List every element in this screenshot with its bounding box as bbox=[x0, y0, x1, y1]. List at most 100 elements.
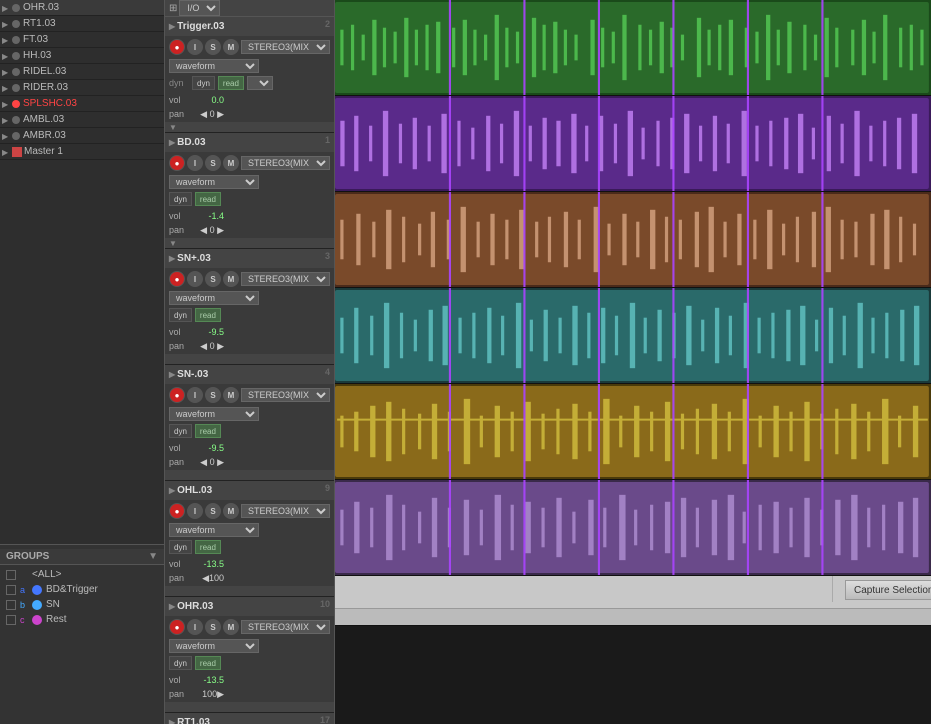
group-item-sn[interactable]: b SN bbox=[0, 597, 164, 612]
view-select[interactable]: waveform bbox=[169, 291, 259, 305]
record-button[interactable]: ● bbox=[169, 39, 185, 55]
track-lane-bd03[interactable] bbox=[335, 96, 931, 192]
sidebar-item-hh03[interactable]: ▶ HH.03 bbox=[0, 48, 164, 64]
record-button[interactable]: ● bbox=[169, 619, 185, 635]
output-select[interactable]: STEREO3(MIX bbox=[241, 272, 330, 286]
arrow-icon: ▶ bbox=[2, 116, 10, 124]
group-item-all[interactable]: <ALL> bbox=[0, 567, 164, 582]
pan-label: pan bbox=[169, 457, 191, 467]
mute-button[interactable]: M bbox=[223, 387, 239, 403]
dyn-button[interactable]: dyn bbox=[192, 76, 215, 90]
groups-list: <ALL> a BD&Trigger b SN c bbox=[0, 565, 164, 629]
group-label: Rest bbox=[46, 614, 67, 625]
dyn-button[interactable]: dyn bbox=[169, 192, 192, 206]
dyn-button[interactable]: dyn bbox=[169, 308, 192, 322]
solo-button[interactable]: S bbox=[205, 387, 221, 403]
tracks-scroll[interactable]: Beat Detective Operation: Audio bbox=[335, 0, 931, 724]
solo-button[interactable]: S bbox=[205, 619, 221, 635]
read-button[interactable]: read bbox=[195, 192, 221, 206]
read-button[interactable]: read bbox=[195, 308, 221, 322]
group-checkbox[interactable] bbox=[6, 570, 16, 580]
waveform-sn+03 bbox=[335, 192, 931, 287]
sidebar-item-master1[interactable]: ▶ Master 1 bbox=[0, 144, 164, 160]
dyn-button[interactable]: dyn bbox=[169, 540, 192, 554]
output-select[interactable]: STEREO3(MIX bbox=[241, 156, 330, 170]
op-region-conform[interactable]: Region Conform bbox=[335, 576, 820, 580]
fader-handle[interactable]: ▼ bbox=[169, 239, 177, 248]
group-checkbox[interactable] bbox=[6, 600, 16, 610]
mute-button[interactable]: M bbox=[223, 619, 239, 635]
read-button[interactable]: read bbox=[195, 540, 221, 554]
track-lane-ohl03[interactable] bbox=[335, 384, 931, 480]
mute-button[interactable]: M bbox=[223, 39, 239, 55]
group-checkbox[interactable] bbox=[6, 585, 16, 595]
solo-button[interactable]: S bbox=[205, 271, 221, 287]
track-lane-rt103[interactable]: Beat Detective Operation: Audio bbox=[335, 576, 931, 626]
output-select[interactable]: STEREO3(MIX bbox=[241, 388, 330, 402]
track-lane-sn+03[interactable] bbox=[335, 192, 931, 288]
track-lane-sn-03[interactable] bbox=[335, 288, 931, 384]
track-color-dot bbox=[12, 100, 20, 108]
expand-arrow-icon: ▶ bbox=[169, 138, 175, 147]
view-select[interactable]: waveform bbox=[169, 639, 259, 653]
dyn-row: dyn read bbox=[165, 654, 334, 672]
mute-button[interactable]: M bbox=[223, 155, 239, 171]
sidebar-item-ohr03[interactable]: ▶ OHR.03 bbox=[0, 0, 164, 16]
fader-handle[interactable]: ▼ bbox=[169, 123, 177, 132]
view-selector[interactable]: I/O bbox=[179, 0, 220, 16]
input-button[interactable]: I bbox=[187, 155, 203, 171]
input-button[interactable]: I bbox=[187, 271, 203, 287]
read-button[interactable]: read bbox=[195, 656, 221, 670]
group-label: SN bbox=[46, 599, 60, 610]
record-button[interactable]: ● bbox=[169, 271, 185, 287]
record-button[interactable]: ● bbox=[169, 155, 185, 171]
mute-button[interactable]: M bbox=[223, 271, 239, 287]
vol-label: vol bbox=[169, 559, 191, 569]
output-select[interactable]: STEREO3(MIX bbox=[241, 40, 330, 54]
sidebar-item-ridel03[interactable]: ▶ RIDEL.03 bbox=[0, 64, 164, 80]
vol-row: vol -13.5 bbox=[169, 557, 330, 571]
group-item-rest[interactable]: c Rest bbox=[0, 612, 164, 627]
output-select[interactable]: STEREO3(MIX bbox=[241, 504, 330, 518]
vol-row: vol -9.5 bbox=[169, 441, 330, 455]
group-checkbox[interactable] bbox=[6, 615, 16, 625]
record-button[interactable]: ● bbox=[169, 387, 185, 403]
view-select[interactable]: waveform bbox=[169, 407, 259, 421]
mute-button[interactable]: M bbox=[223, 503, 239, 519]
view-select[interactable]: waveform bbox=[169, 175, 259, 189]
track-lane-trigger03[interactable] bbox=[335, 0, 931, 96]
record-button[interactable]: ● bbox=[169, 503, 185, 519]
input-button[interactable]: I bbox=[187, 39, 203, 55]
op-edit-smooth[interactable]: Edit Smoothing bbox=[335, 584, 820, 602]
track-lane-ohr03[interactable] bbox=[335, 480, 931, 576]
solo-button[interactable]: S bbox=[205, 39, 221, 55]
sidebar-item-ft03[interactable]: ▶ FT.03 bbox=[0, 32, 164, 48]
pan-value: ◀ 0 ▶ bbox=[194, 109, 224, 120]
solo-button[interactable]: S bbox=[205, 155, 221, 171]
input-button[interactable]: I bbox=[187, 619, 203, 635]
input-button[interactable]: I bbox=[187, 387, 203, 403]
sidebar-item-ambr03[interactable]: ▶ AMBR.03 bbox=[0, 128, 164, 144]
group-label: BD&Trigger bbox=[46, 584, 98, 595]
input-button[interactable]: I bbox=[187, 503, 203, 519]
sidebar-item-splshc03[interactable]: ▶ SPLSHC.03 bbox=[0, 96, 164, 112]
read-mode-select[interactable] bbox=[247, 76, 273, 90]
dyn-button[interactable]: dyn bbox=[169, 656, 192, 670]
solo-button[interactable]: S bbox=[205, 503, 221, 519]
bd-operations: Operation: Audio Bar | Beat Marker Gener… bbox=[335, 576, 820, 602]
groups-collapse-icon[interactable]: ▼ bbox=[148, 551, 158, 562]
read-button[interactable]: read bbox=[218, 76, 244, 90]
dyn-button[interactable]: dyn bbox=[169, 424, 192, 438]
capture-selection-button[interactable]: Capture Selection bbox=[845, 580, 931, 600]
vol-pan-section: vol 0.0 pan ◀ 0 ▶ bbox=[165, 92, 334, 122]
view-select[interactable]: waveform bbox=[169, 523, 259, 537]
sidebar-item-ambl03[interactable]: ▶ AMBL.03 bbox=[0, 112, 164, 128]
pan-value: ◀ 0 ▶ bbox=[194, 457, 224, 468]
output-select[interactable]: STEREO3(MIX bbox=[241, 620, 330, 634]
group-item-bdtrigger[interactable]: a BD&Trigger bbox=[0, 582, 164, 597]
view-select[interactable]: waveform bbox=[169, 59, 259, 73]
channel-strip-bd03: ▶ BD.03 1 ● I S M STEREO3(MIX waveform d… bbox=[165, 133, 334, 249]
sidebar-item-rider03[interactable]: ▶ RIDER.03 bbox=[0, 80, 164, 96]
sidebar-item-rt103[interactable]: ▶ RT1.03 bbox=[0, 16, 164, 32]
read-button[interactable]: read bbox=[195, 424, 221, 438]
